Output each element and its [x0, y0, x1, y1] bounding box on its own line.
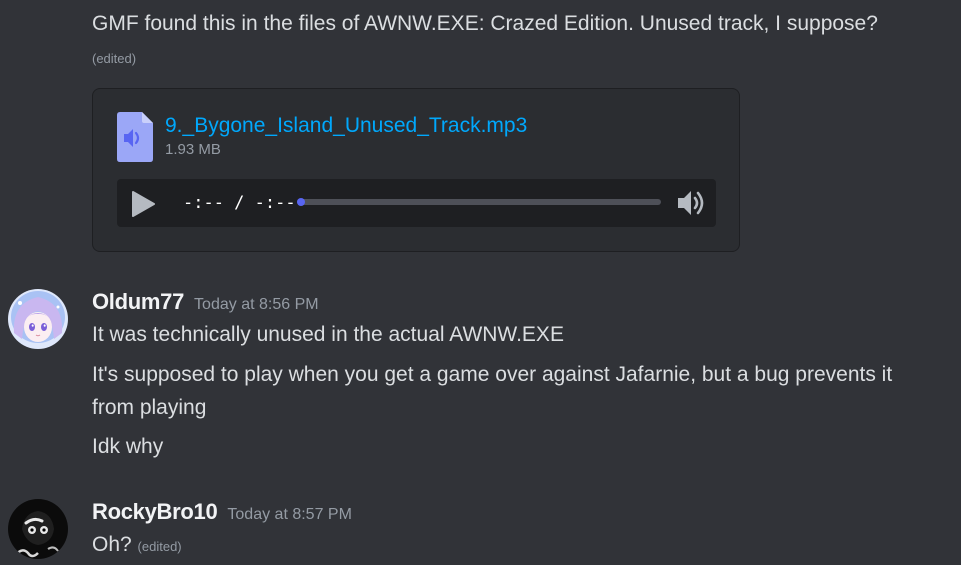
- file-size: 1.93 MB: [165, 141, 221, 158]
- edited-label: (edited): [92, 51, 137, 66]
- progress-handle[interactable]: [297, 198, 305, 206]
- audio-file-icon: [117, 112, 153, 162]
- username[interactable]: Oldum77: [92, 289, 184, 314]
- message-line: Idk why: [92, 435, 164, 458]
- message-line: from playing: [92, 396, 207, 419]
- message-header: Oldum77 Today at 8:56 PM: [92, 289, 319, 315]
- message-line: It's supposed to play when you get a gam…: [92, 363, 893, 386]
- timestamp: Today at 8:57 PM: [227, 506, 352, 523]
- message-text: Oh?: [92, 533, 132, 556]
- user-avatar[interactable]: [8, 289, 68, 349]
- message-content: Oh? (edited): [92, 531, 182, 560]
- message-content: GMF found this in the files of AWNW.EXE:…: [92, 12, 878, 35]
- message-line: It was technically unused in the actual …: [92, 323, 564, 346]
- progress-bar[interactable]: [297, 198, 661, 206]
- audio-attachment: 9._Bygone_Island_Unused_Track.mp3 1.93 M…: [92, 88, 740, 252]
- play-icon[interactable]: [131, 191, 155, 217]
- volume-icon[interactable]: [675, 187, 707, 219]
- edited-label: (edited): [137, 539, 182, 554]
- timestamp: Today at 8:56 PM: [194, 296, 319, 313]
- username[interactable]: RockyBro10: [92, 499, 218, 524]
- message-header: RockyBro10 Today at 8:57 PM: [92, 499, 352, 525]
- time-display: -:-- / -:--: [183, 193, 296, 213]
- audio-player: -:-- / -:--: [117, 179, 716, 227]
- chat-messages: GMF found this in the files of AWNW.EXE:…: [0, 0, 961, 565]
- user-avatar[interactable]: [8, 499, 68, 559]
- file-name-link[interactable]: 9._Bygone_Island_Unused_Track.mp3: [165, 113, 527, 139]
